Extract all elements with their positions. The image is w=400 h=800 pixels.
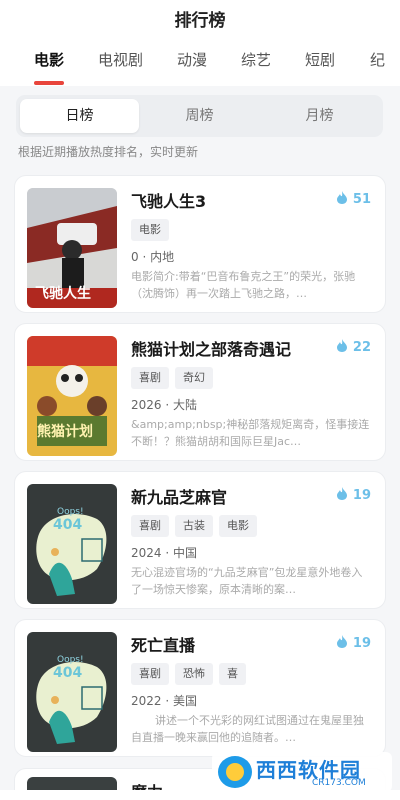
item-title[interactable]: 新九品芝麻官 <box>131 484 227 508</box>
heat-score: 19 <box>336 635 371 651</box>
category-tabs: 电影 电视剧 动漫 综艺 短剧 纪 <box>0 34 400 86</box>
item-title[interactable]: 熊猫计划之部落奇遇记 <box>131 336 291 360</box>
item-title[interactable]: 飞驰人生3 <box>131 188 206 212</box>
genre-tag: 古装 <box>175 515 213 537</box>
period-segmented-control: 日榜 周榜 月榜 <box>16 95 383 137</box>
item-description: 电影简介:带着“巴音布鲁克之王”的荣光，张驰（沈腾饰）再一次踏上飞驰之路，… <box>131 270 356 300</box>
heat-value: 51 <box>352 192 371 207</box>
tab-variety[interactable]: 综艺 <box>241 49 271 70</box>
poster-image: 熊猫计划 <box>27 336 117 456</box>
flame-icon <box>336 191 347 204</box>
oops-text: Oops! <box>57 655 84 665</box>
watermark-logo-icon <box>218 756 252 788</box>
item-description: &amp;amp;nbsp;神秘部落规矩离奇，怪事接连不断！？熊猫胡胡和国际巨星… <box>131 418 370 448</box>
flame-icon <box>336 635 347 648</box>
heat-value: 22 <box>352 340 371 355</box>
year-region: 2022 · 美国 <box>131 694 197 708</box>
tag-list: 电影 <box>131 218 175 241</box>
rank-card[interactable]: 熊猫计划 熊猫计划之部落奇遇记 22 喜剧 奇幻 2026 · 大陆 &amp;a… <box>14 323 386 461</box>
heat-value: 19 <box>352 488 371 503</box>
genre-tag: 恐怖 <box>175 663 213 685</box>
genre-tag: 喜 <box>219 663 246 685</box>
genre-tag: 喜剧 <box>131 367 169 389</box>
poster-image: 飞驰人生 <box>27 188 117 308</box>
year-region: 2024 · 中国 <box>131 546 197 560</box>
page-title: 排行榜 <box>174 11 226 31</box>
active-tab-indicator <box>34 81 64 85</box>
genre-tag: 奇幻 <box>175 367 213 389</box>
rank-card[interactable]: Oops! 404 死亡直播 19 喜剧 恐怖喜 2022 · 美国 讲述一个不光… <box>14 619 386 757</box>
oops-text: Oops! <box>57 507 84 517</box>
genre-tag: 电影 <box>219 515 257 537</box>
tab-short[interactable]: 短剧 <box>305 49 335 70</box>
item-description: 无心混迹官场的“九品芝麻官”包龙星意外地卷入了一场惊天惨案，原本清晰的案… <box>131 566 363 596</box>
top-bar: 排行榜 <box>0 0 400 34</box>
tab-monthly[interactable]: 月榜 <box>260 99 379 133</box>
year-region: 2026 · 大陆 <box>131 398 197 412</box>
poster-title-text: 飞驰人生 <box>35 285 91 302</box>
bottom-nav-bar <box>0 790 400 800</box>
genre-tag: 喜剧 <box>131 515 169 537</box>
rank-card[interactable]: Oops! 404 新九品芝麻官 19 喜剧 古装 电影 2024 · 中国 无心混… <box>14 471 386 609</box>
heat-score: 19 <box>336 487 371 503</box>
tag-list: 喜剧 奇幻 <box>131 366 219 389</box>
flame-icon <box>336 487 347 500</box>
year-region: 0 · 内地 <box>131 250 175 264</box>
watermark-subtext: CR173.COM <box>312 778 366 788</box>
poster-placeholder-404: Oops! 404 <box>27 632 117 752</box>
heat-value: 19 <box>352 636 371 651</box>
genre-tag: 喜剧 <box>131 663 169 685</box>
tag-list: 喜剧 古装 电影 <box>131 514 263 537</box>
tab-anime[interactable]: 动漫 <box>177 49 207 70</box>
tag-list: 喜剧 恐怖喜 <box>131 662 252 685</box>
tab-documentary[interactable]: 纪 <box>370 49 385 70</box>
error-code-text: 404 <box>53 517 82 533</box>
tab-weekly[interactable]: 周榜 <box>140 99 259 133</box>
error-code-text: 404 <box>53 665 82 681</box>
flame-icon <box>336 339 347 352</box>
poster-title-text: 熊猫计划 <box>37 423 93 440</box>
ranking-hint: 根据近期播放热度排名，实时更新 <box>18 145 199 159</box>
tab-tv[interactable]: 电视剧 <box>98 49 143 70</box>
site-watermark: 西西软件园 CR173.COM <box>212 752 392 792</box>
tab-movie[interactable]: 电影 <box>34 49 64 70</box>
rank-card[interactable]: 飞驰人生 飞驰人生3 51 电影 0 · 内地 电影简介:带着“巴音布鲁克之王”… <box>14 175 386 313</box>
heat-score: 22 <box>336 339 371 355</box>
genre-tag: 电影 <box>131 219 169 241</box>
heat-score: 51 <box>336 191 371 207</box>
item-description: 讲述一个不光彩的网红试图通过在鬼屋里独自直播一晚来赢回他的追随者。… <box>131 714 364 744</box>
item-title[interactable]: 死亡直播 <box>131 632 195 656</box>
poster-placeholder-404: Oops! 404 <box>27 484 117 604</box>
tab-daily[interactable]: 日榜 <box>20 99 139 133</box>
